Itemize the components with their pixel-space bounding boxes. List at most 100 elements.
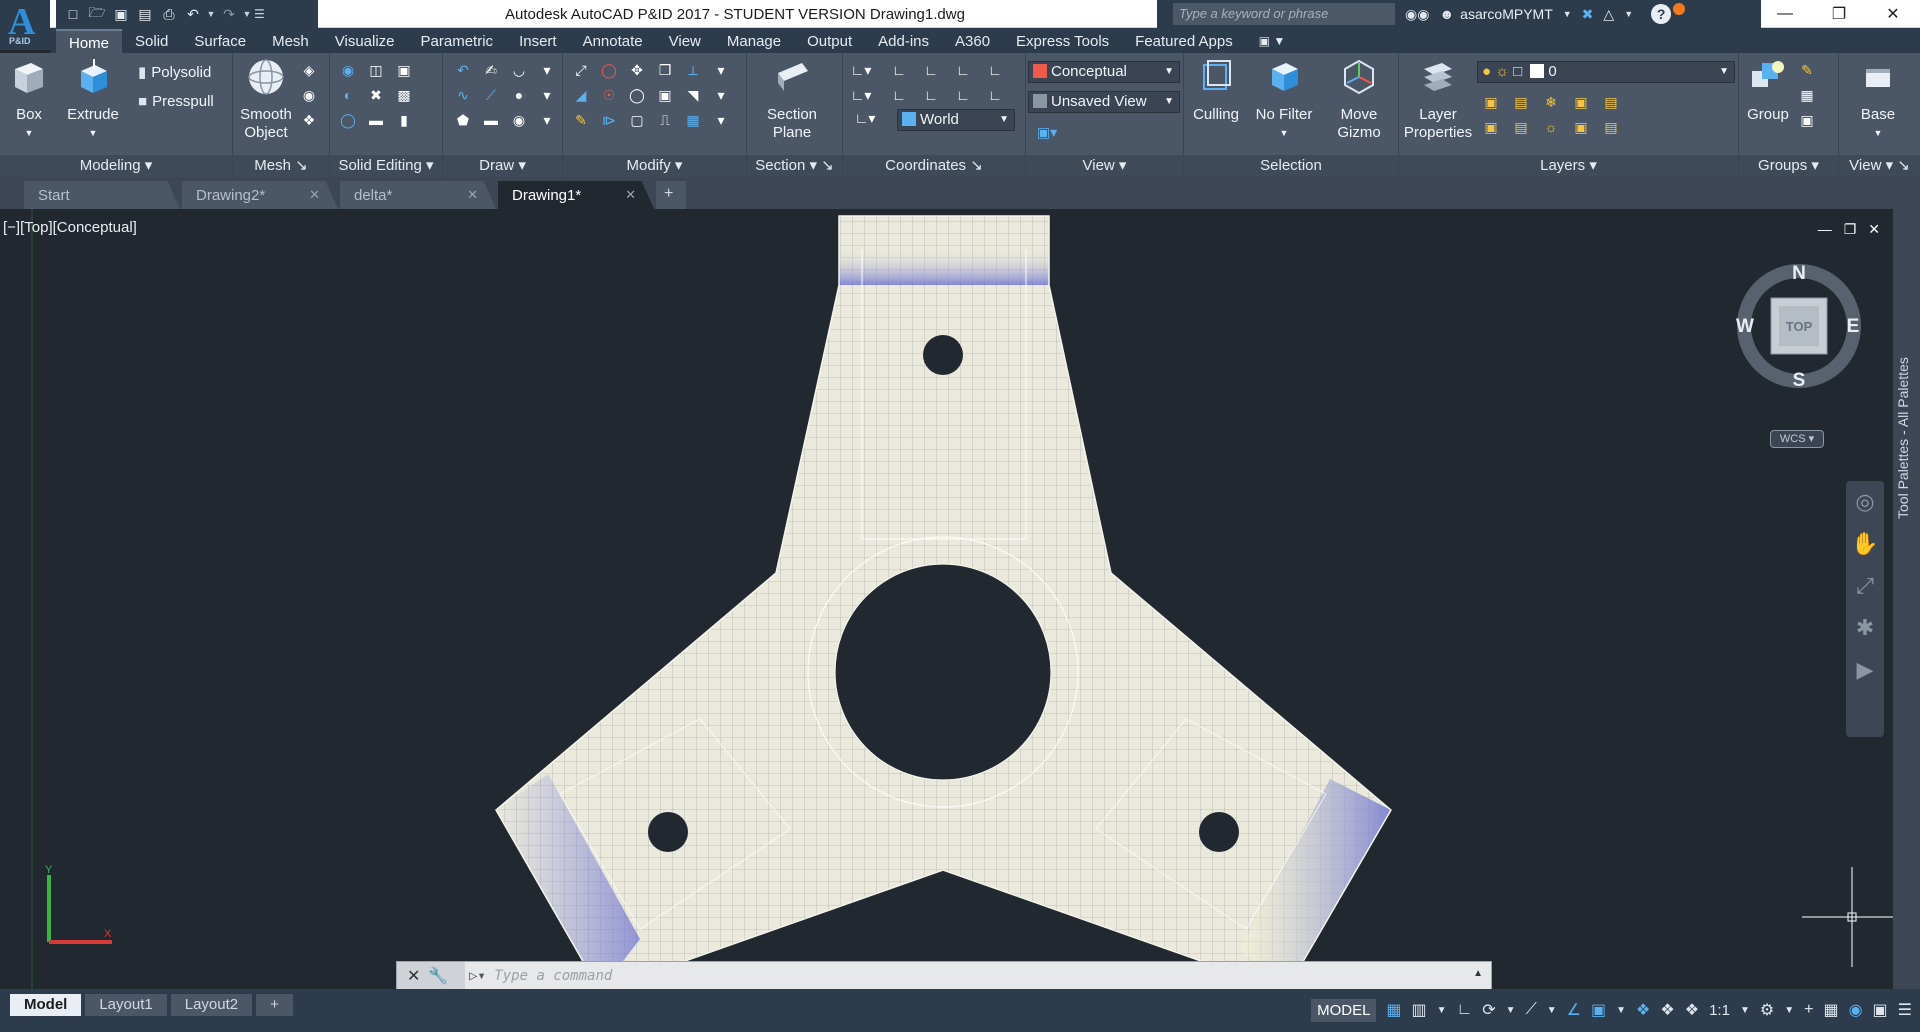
steeringwheel-icon[interactable]: ◎ [1846, 481, 1884, 523]
open-icon[interactable]: 🗁 [86, 3, 108, 25]
group-button[interactable]: Group [1743, 57, 1793, 124]
no-filter-button[interactable]: No Filter ▼ [1246, 57, 1322, 142]
tab-express-tools[interactable]: Express Tools [1003, 29, 1122, 53]
subtract-icon[interactable]: ◐ [338, 86, 358, 104]
plus-icon[interactable]: + [1804, 1001, 1813, 1019]
extract-edges-icon[interactable]: ▣ [394, 61, 414, 79]
ungroup-icon[interactable]: ✎ [1797, 61, 1817, 79]
circle-icon[interactable]: ● [509, 86, 529, 104]
close-button[interactable]: ✕ [1866, 0, 1920, 28]
chevron-down-icon[interactable]: ▼ [1616, 1005, 1626, 1016]
command-history-icon[interactable]: ▲ [1473, 968, 1483, 979]
coordinates-panel-title[interactable]: Coordinates ↘ [843, 155, 1025, 177]
chevron-down-icon[interactable]: ▾ [711, 61, 731, 79]
wcs-menu[interactable]: WCS ▾ [1770, 430, 1824, 448]
command-input[interactable]: ▷▾ Type a command [469, 968, 612, 984]
chevron-down-icon[interactable]: ▼ [1624, 9, 1633, 19]
print-icon[interactable]: ⎙ [158, 3, 180, 25]
view-base-panel-title[interactable]: View ▾ ↘ [1839, 155, 1920, 177]
move-icon[interactable]: ✥ [627, 61, 647, 79]
layer-freeze-icon[interactable]: ❄ [1541, 93, 1561, 111]
compass-east[interactable]: E [1847, 316, 1860, 337]
layer-isolate-icon[interactable]: ▤ [1511, 93, 1531, 111]
layout-tab-model[interactable]: Model [10, 994, 82, 1016]
copy-icon[interactable]: ❒ [655, 61, 675, 79]
ucs-face-icon[interactable]: ∟ [953, 86, 973, 104]
app-menu-button[interactable]: A P&ID [0, 0, 50, 50]
save-icon[interactable]: ▣ [110, 3, 132, 25]
auto-scale-icon[interactable]: ❖ [1660, 1000, 1674, 1020]
ucs-dropdown[interactable]: World ▼ [897, 109, 1015, 131]
layer-off-icon[interactable]: ▣ [1481, 93, 1501, 111]
tab-visualize[interactable]: Visualize [322, 29, 408, 53]
group-edit-icon[interactable]: ▦ [1797, 86, 1817, 104]
drawing-viewport[interactable]: Y X [−][Top][Conceptual] — ❐ ✕ TOP N S E… [0, 209, 1920, 989]
fillet-icon[interactable]: ◥ [683, 86, 703, 104]
minimize-icon[interactable]: — [1818, 221, 1832, 238]
user-icon[interactable]: ☻ [1439, 6, 1454, 22]
tab-add-ins[interactable]: Add-ins [865, 29, 942, 53]
mirror-icon[interactable]: ⧐ [599, 111, 619, 129]
restore-icon[interactable]: ❐ [1844, 221, 1857, 238]
undo-icon[interactable]: ↶ [182, 3, 204, 25]
close-icon[interactable]: ✕ [1868, 221, 1880, 238]
compass-west[interactable]: W [1736, 316, 1754, 337]
workspace-gear-icon[interactable]: ⚙ [1760, 1000, 1774, 1020]
trim-icon[interactable]: ⟂ [683, 61, 703, 79]
a360-icon[interactable]: △ [1603, 6, 1614, 23]
circle-align-icon[interactable]: ◯ [627, 86, 647, 104]
ucs-icon[interactable]: Y X [45, 864, 112, 944]
chevron-down-icon[interactable]: ▼ [1563, 9, 1572, 19]
tab-output[interactable]: Output [794, 29, 865, 53]
chevron-down-icon[interactable]: ▼ [1506, 1005, 1516, 1016]
drawing-canvas[interactable]: Y X [0, 209, 1920, 989]
search-input[interactable]: Type a keyword or phrase [1173, 3, 1395, 25]
object-snap-tracking-icon[interactable]: ∠ [1567, 1000, 1581, 1020]
tab-a360[interactable]: A360 [942, 29, 1003, 53]
file-tab-drawing1[interactable]: Drawing1* ✕ [498, 181, 654, 209]
ucs-world-icon[interactable]: ∟ [889, 61, 909, 79]
thicken-icon[interactable]: ▬ [366, 111, 386, 129]
save-as-icon[interactable]: ▤ [134, 3, 156, 25]
spinner-part[interactable] [495, 215, 1392, 989]
isodraft-icon[interactable]: ⟋ [1526, 1001, 1537, 1019]
ucs-view-icon[interactable]: ∟ [889, 86, 909, 104]
box-button[interactable]: Box ▼ [6, 57, 52, 142]
ribbon-minimize-icon[interactable]: ▣ ▼ [1246, 29, 1299, 53]
text-icon[interactable]: ✍ [481, 61, 501, 79]
annotation-scale-icon[interactable]: ❖ [1685, 1000, 1699, 1020]
chevron-down-icon[interactable]: ▼ [1740, 1005, 1750, 1016]
tab-parametric[interactable]: Parametric [408, 29, 507, 53]
exchange-icon[interactable]: ✖ [1582, 6, 1594, 23]
tool-palette-strip[interactable]: Tool Palettes - All Palettes [1893, 209, 1920, 989]
new-icon[interactable]: □ [62, 3, 84, 25]
layer-unisolate-icon[interactable]: ▤ [1511, 118, 1531, 136]
chevron-down-icon[interactable]: ▾ [537, 111, 557, 129]
ucs-origin-icon[interactable]: ∟▾ [851, 86, 872, 104]
spline-icon[interactable]: ∿ [453, 86, 473, 104]
ucs-object-icon[interactable]: ∟ [921, 86, 941, 104]
grid-icon[interactable]: ▦ [1386, 1000, 1401, 1020]
tab-insert[interactable]: Insert [506, 29, 570, 53]
mesh-box-icon[interactable]: ◈ [299, 61, 319, 79]
layer-walk-icon[interactable]: ▤ [1601, 118, 1621, 136]
tab-solid[interactable]: Solid [122, 29, 181, 53]
presspull-button[interactable]: ■ Presspull [138, 93, 214, 110]
rotate-icon[interactable]: ◯ [599, 61, 619, 79]
viewcube-face-top[interactable]: TOP [1786, 319, 1813, 334]
tab-annotate[interactable]: Annotate [570, 29, 656, 53]
chevron-down-icon[interactable]: ▾ [537, 86, 557, 104]
chevron-down-icon[interactable]: ▼ [1547, 1005, 1557, 1016]
ucs-y-icon[interactable]: ∟ [953, 61, 973, 79]
viewcube[interactable]: TOP N S E W [1733, 260, 1865, 392]
interfere-icon[interactable]: ✖ [366, 86, 386, 104]
tab-featured-apps[interactable]: Featured Apps [1122, 29, 1246, 53]
chevron-down-icon[interactable]: ▾ [711, 86, 731, 104]
file-tab-delta[interactable]: delta* ✕ [340, 181, 496, 209]
restore-button[interactable]: ❐ [1812, 0, 1866, 28]
close-icon[interactable]: ✕ [309, 187, 320, 203]
showmotion-icon[interactable]: ▶ [1846, 649, 1884, 691]
object-snap-icon[interactable]: ▣ [1591, 1000, 1606, 1020]
wrench-icon[interactable]: 🔧 [428, 966, 448, 986]
line-icon[interactable]: ⟋ [481, 86, 501, 104]
